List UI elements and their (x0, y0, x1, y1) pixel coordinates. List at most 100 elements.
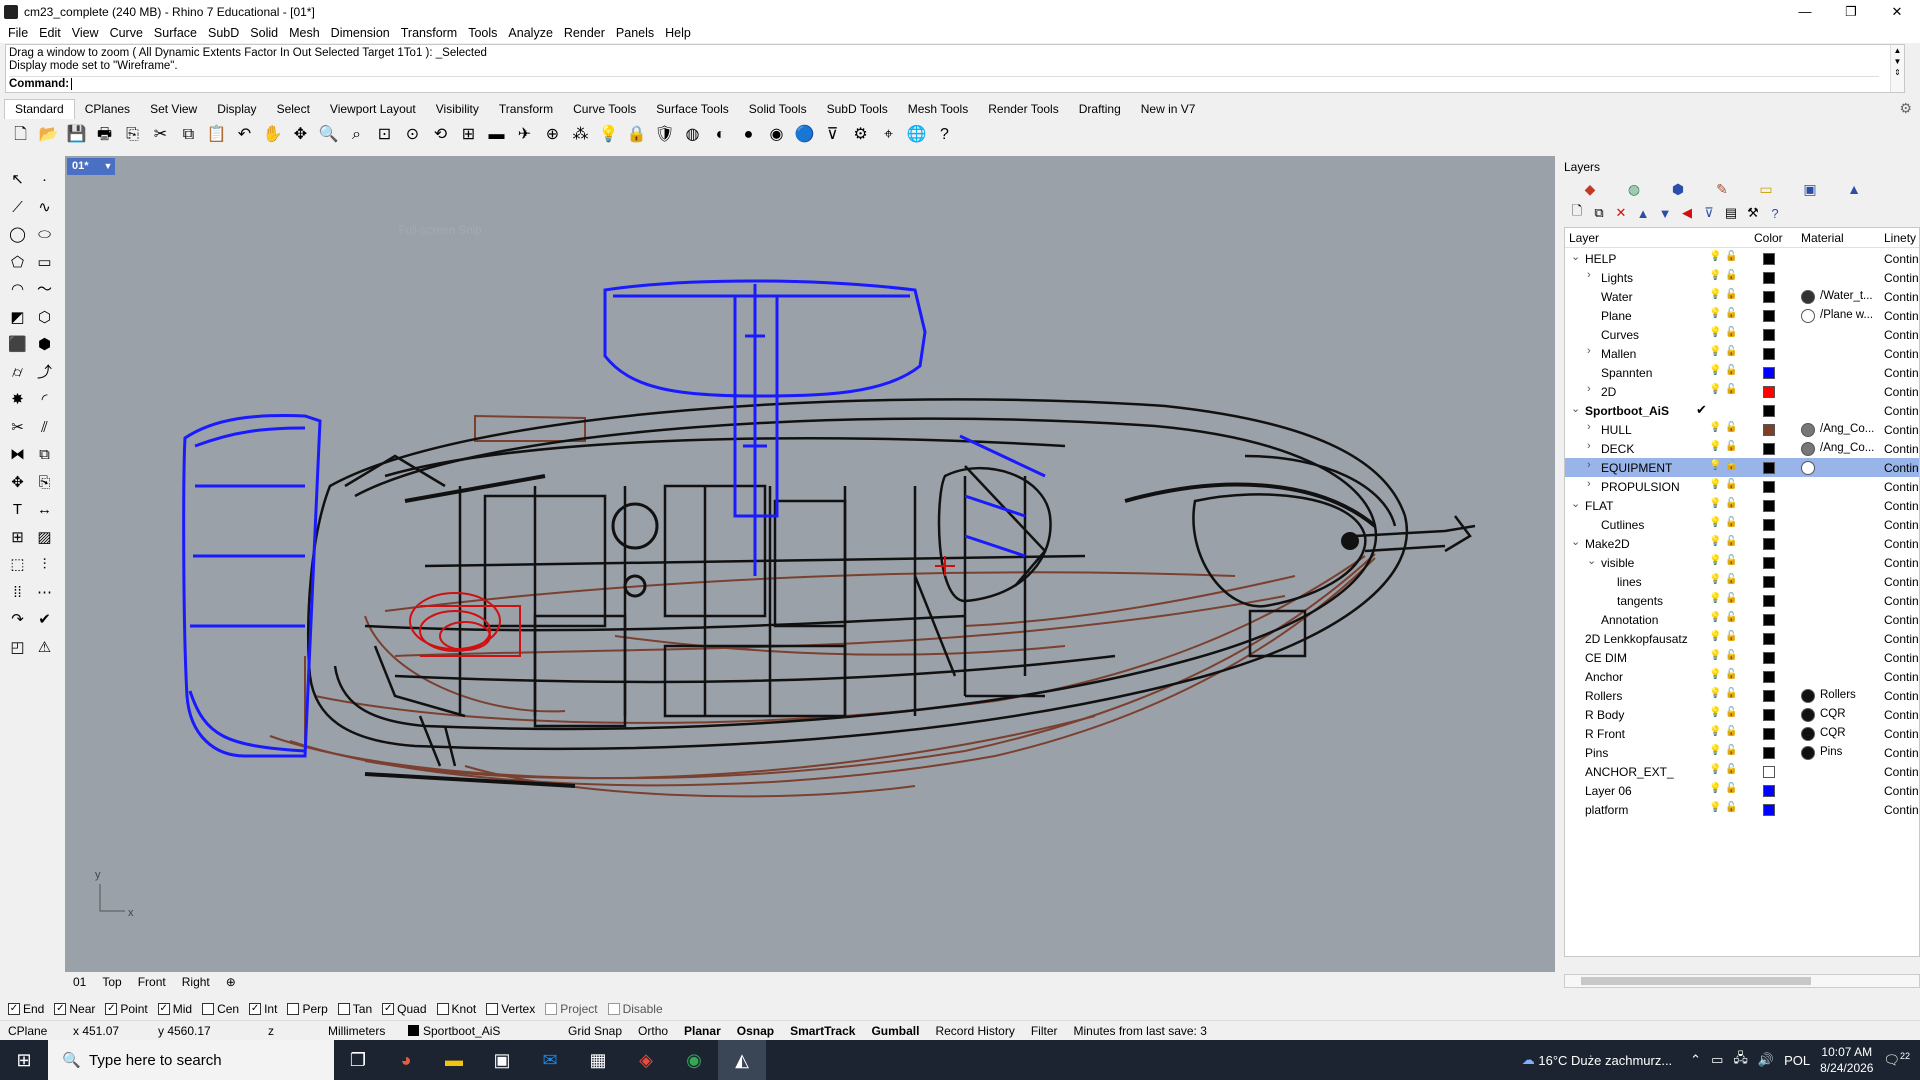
unlock-icon[interactable]: 🔓 (1725, 289, 1737, 300)
save-icon[interactable]: 💾 (64, 123, 89, 148)
tray-icon[interactable]: ▭ (1711, 1052, 1723, 1068)
layer-row[interactable]: › Lights 💡 🔓 Contin (1565, 268, 1919, 287)
layer-color-swatch[interactable] (1763, 595, 1775, 607)
layer-color-swatch[interactable] (1763, 348, 1775, 360)
tab-new-in-v7[interactable]: New in V7 (1131, 100, 1206, 119)
light-bulb-icon[interactable]: 💡 (1709, 384, 1721, 395)
unlock-icon[interactable]: 🔓 (1725, 536, 1737, 547)
cut-icon[interactable]: ✂ (148, 123, 173, 148)
light-bulb-icon[interactable]: 💡 (1709, 593, 1721, 604)
light-bulb-icon[interactable]: 💡 (1709, 669, 1721, 680)
tab-set-view[interactable]: Set View (140, 100, 207, 119)
light-bulb-icon[interactable]: 💡 (1709, 783, 1721, 794)
add-viewport-icon[interactable]: ⊕ (218, 975, 244, 989)
unlock-icon[interactable]: 🔓 (1725, 441, 1737, 452)
shaded-sphere-icon[interactable]: ◐ (708, 123, 733, 148)
unlock-icon[interactable]: 🔓 (1725, 555, 1737, 566)
menu-render[interactable]: Render (560, 26, 612, 40)
menu-subd[interactable]: SubD (204, 26, 246, 40)
light-bulb-icon[interactable]: 💡 (1709, 460, 1721, 471)
status-layer[interactable]: Sportboot_AiS (400, 1024, 560, 1038)
network-icon[interactable]: 🖧 (1733, 1049, 1748, 1071)
light-bulb-icon[interactable]: 💡 (1709, 802, 1721, 813)
layer-properties-icon[interactable]: ▤ (1722, 204, 1740, 222)
fillet-icon[interactable]: ◜ (31, 386, 58, 413)
unlock-icon[interactable]: 🔓 (1725, 650, 1737, 661)
options-gear-icon[interactable]: ⚙ (848, 123, 873, 148)
dimension-tool-icon[interactable]: ↔ (31, 496, 58, 523)
split-icon[interactable]: ⫽ (31, 414, 58, 441)
layer-color-swatch[interactable] (1763, 576, 1775, 588)
status-grid-snap[interactable]: Grid Snap (560, 1024, 630, 1038)
print-icon[interactable]: 🖶 (92, 123, 117, 148)
layer-row[interactable]: 2D Lenkkopfausatz 💡 🔓 Contin (1565, 629, 1919, 648)
unlock-icon[interactable]: 🔓 (1725, 308, 1737, 319)
unlock-icon[interactable]: 🔓 (1725, 346, 1737, 357)
osnap-disable[interactable]: Disable (607, 1002, 663, 1016)
group-icon[interactable]: ⧉ (31, 441, 58, 468)
osnap-checkbox[interactable] (607, 1003, 620, 1015)
arc-icon[interactable]: ◠ (4, 276, 31, 303)
light-bulb-icon[interactable]: 💡 (1709, 289, 1721, 300)
layer-color-swatch[interactable] (1763, 519, 1775, 531)
status-record-history[interactable]: Record History (927, 1024, 1022, 1038)
minimize-button[interactable]: — (1782, 0, 1828, 23)
osnap-tan[interactable]: Tan (337, 1002, 372, 1016)
pan-hand-icon[interactable]: ✋ (260, 123, 285, 148)
tab-solid-tools[interactable]: Solid Tools (739, 100, 817, 119)
array-icon[interactable]: ⊞ (4, 524, 31, 551)
unlock-icon[interactable]: 🔓 (1725, 783, 1737, 794)
chevron-right-icon[interactable]: › (1587, 421, 1591, 433)
menu-help[interactable]: Help (661, 26, 698, 40)
layer-color-swatch[interactable] (1763, 652, 1775, 664)
trim-icon[interactable]: ✂ (4, 414, 31, 441)
menu-mesh[interactable]: Mesh (285, 26, 327, 40)
light-bulb-icon[interactable]: 💡 (1709, 308, 1721, 319)
layer-color-swatch[interactable] (1763, 329, 1775, 341)
display-tab-icon[interactable]: ✎ (1700, 178, 1744, 200)
tab-cplanes[interactable]: CPlanes (75, 100, 140, 119)
material-sphere-icon[interactable] (1801, 309, 1815, 323)
light-bulb-icon[interactable]: 💡 (1709, 441, 1721, 452)
settings-gear-icon[interactable]: ⚙ (1899, 100, 1912, 117)
unlock-icon[interactable]: 🔓 (1725, 688, 1737, 699)
osnap-project[interactable]: Project (545, 1002, 598, 1016)
chrome-icon[interactable]: ◉ (670, 1040, 718, 1080)
layer-color-swatch[interactable] (1763, 614, 1775, 626)
layer-row[interactable]: ⌄ visible 💡 🔓 Contin (1565, 553, 1919, 572)
material-sphere-icon[interactable] (1801, 746, 1815, 760)
point-icon[interactable]: · (31, 166, 58, 193)
analyze-icon[interactable]: ⚠ (31, 634, 58, 661)
layer-color-swatch[interactable] (1763, 291, 1775, 303)
osnap-vertex[interactable]: Vertex (486, 1002, 535, 1016)
osnap-checkbox[interactable] (202, 1003, 215, 1015)
status-filter[interactable]: Filter (1023, 1024, 1066, 1038)
task-view-icon[interactable]: ❐ (334, 1040, 382, 1080)
osnap-checkbox[interactable] (337, 1003, 350, 1015)
layer-row[interactable]: R Front 💡 🔓 CQR Contin (1565, 724, 1919, 743)
new-file-icon[interactable]: 🗋 (8, 123, 33, 148)
unlock-icon[interactable]: 🔓 (1725, 574, 1737, 585)
tab-surface-tools[interactable]: Surface Tools (646, 100, 739, 119)
osnap-checkbox[interactable]: ✓ (105, 1003, 118, 1015)
osnap-checkbox[interactable]: ✓ (54, 1003, 67, 1015)
chevron-right-icon[interactable]: › (1587, 440, 1591, 452)
layer-row[interactable]: R Body 💡 🔓 CQR Contin (1565, 705, 1919, 724)
layer-color-swatch[interactable] (1763, 386, 1775, 398)
rectangle-icon[interactable]: ▭ (31, 249, 58, 276)
layer-row[interactable]: › EQUIPMENT 💡 🔓 Contin (1565, 458, 1919, 477)
volume-icon[interactable]: 🔊 (1758, 1052, 1774, 1068)
layer-color-swatch[interactable] (1763, 690, 1775, 702)
move-parent-icon[interactable]: ◀ (1678, 204, 1696, 222)
menu-edit[interactable]: Edit (35, 26, 68, 40)
rhino-taskbar-icon[interactable]: ◭ (718, 1040, 766, 1080)
help-icon[interactable]: ? (1766, 204, 1784, 222)
light-bulb-icon[interactable]: 💡 (1709, 479, 1721, 490)
layer-row[interactable]: ⌄ Make2D 💡 🔓 Contin (1565, 534, 1919, 553)
osnap-quad[interactable]: ✓ Quad (382, 1002, 427, 1016)
windows-start-icon[interactable]: ⊞ (0, 1040, 48, 1080)
material-sphere-icon[interactable] (1801, 290, 1815, 304)
chevron-right-icon[interactable]: › (1587, 459, 1591, 471)
move-down-icon[interactable]: ▼ (1656, 204, 1674, 222)
layer-row[interactable]: Water 💡 🔓 /Water_t... Contin (1565, 287, 1919, 306)
